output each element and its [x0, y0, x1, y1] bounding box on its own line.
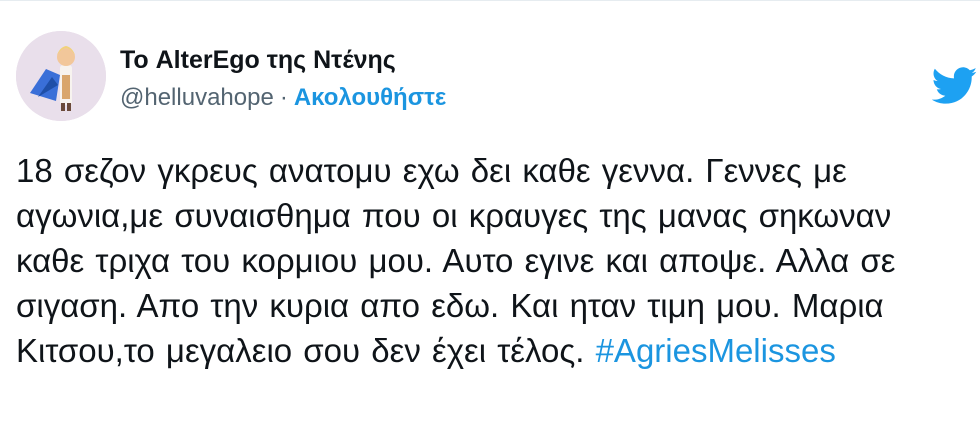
tweet-body: 18 σεζον γκρευς ανατομυ εχω δει καθε γεν…	[16, 148, 966, 373]
tweet-header: Το AlterEgo της Ντένης @helluvahope · Ακολ…	[16, 31, 980, 121]
avatar[interactable]	[16, 31, 106, 121]
avatar-illustration-icon	[16, 31, 106, 121]
author-handle[interactable]: @helluvahope	[120, 84, 274, 111]
separator-dot: ·	[279, 84, 288, 111]
follow-link[interactable]: Ακολουθήστε	[294, 84, 446, 111]
hashtag-link[interactable]: #AgriesMelisses	[596, 332, 836, 369]
author-meta-line: @helluvahope · Ακολουθήστε	[120, 83, 446, 113]
embedded-tweet-card: Το AlterEgo της Ντένης @helluvahope · Ακολ…	[0, 0, 980, 434]
user-info: Το AlterEgo της Ντένης @helluvahope · Ακολ…	[120, 45, 446, 113]
twitter-bird-icon[interactable]	[932, 67, 978, 105]
author-display-name[interactable]: Το AlterEgo της Ντένης	[120, 45, 446, 75]
